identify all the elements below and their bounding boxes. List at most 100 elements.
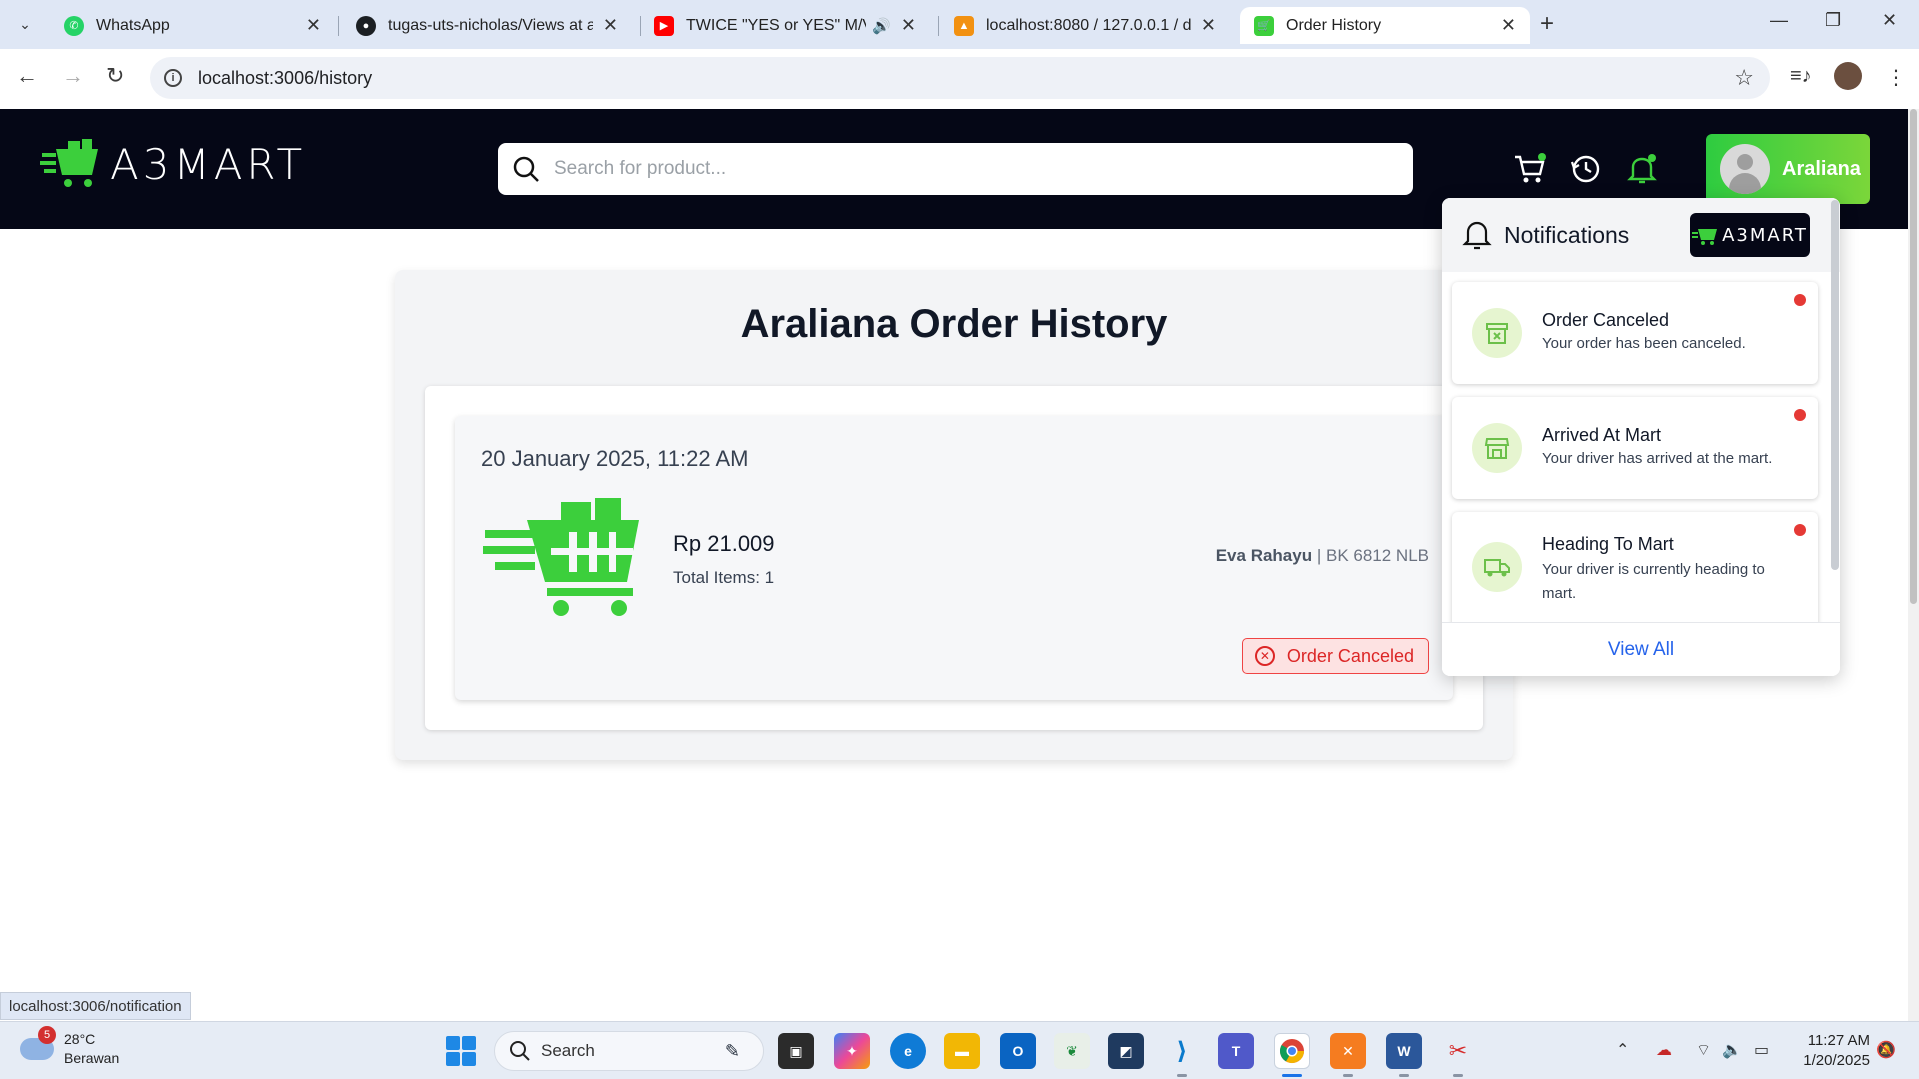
bookmark-star-icon[interactable]: ☆ (1734, 65, 1754, 91)
cancel-circle-icon: ✕ (1254, 646, 1275, 666)
close-tab-icon[interactable]: ✕ (603, 15, 618, 36)
system-clock[interactable]: 11:27 AM 1/20/2025 (1796, 1031, 1870, 1071)
tab-title: Order History (1286, 16, 1382, 34)
cloud-icon: 5 (20, 1026, 56, 1060)
site-info-icon[interactable]: i (164, 69, 182, 87)
word-icon[interactable]: W (1386, 1033, 1422, 1069)
chrome-icon[interactable] (1274, 1033, 1310, 1069)
a3mart-logo[interactable]: A3MART (40, 139, 306, 189)
tab-title: tugas-uts-nicholas/Views at ara (388, 16, 593, 34)
close-tab-icon[interactable]: ✕ (1501, 15, 1516, 36)
back-icon[interactable]: ← (16, 63, 38, 89)
driver-name: Eva Rahayu (1215, 546, 1313, 565)
clock-date: 1/20/2025 (1803, 1052, 1870, 1069)
browser-menu-icon[interactable]: ⋮ (1886, 65, 1906, 90)
show-hidden-icons-chevron[interactable]: ⌃ (1616, 1040, 1629, 1060)
search-input[interactable] (554, 158, 1374, 180)
close-tab-icon[interactable]: ✕ (901, 15, 916, 36)
notification-title: Heading To Mart (1542, 534, 1674, 554)
a3mart-logo: A3MART (1690, 213, 1810, 257)
tab-order-history[interactable]: 🛒 Order History ✕ (1240, 7, 1530, 44)
teams-icon[interactable]: T (1218, 1033, 1254, 1069)
close-tab-icon[interactable]: ✕ (306, 15, 321, 36)
user-profile-button[interactable]: Araliana (1706, 134, 1870, 204)
search-highlight-icon: ✎ (724, 1040, 740, 1061)
product-search-bar[interactable] (498, 143, 1413, 195)
file-explorer-icon[interactable]: ▬ (944, 1033, 980, 1069)
close-window-icon[interactable]: ✕ (1882, 10, 1897, 31)
orders-container: 20 January 2025, 11:22 AM Rp 21.009 Tota… (425, 386, 1483, 730)
vscode-icon[interactable]: ⟩ (1164, 1033, 1200, 1069)
order-history-button[interactable] (1568, 151, 1604, 187)
running-indicator (1399, 1074, 1409, 1077)
volume-icon[interactable]: 🔈 (1722, 1040, 1742, 1060)
weather-widget[interactable]: 5 28°C Berawan (20, 1026, 119, 1068)
audio-playing-icon[interactable]: 🔊 (872, 17, 891, 35)
notification-item[interactable]: Heading To Mart Your driver is currently… (1452, 512, 1818, 622)
edge-icon[interactable]: e (890, 1033, 926, 1069)
notification-center-icon[interactable]: 🔕 (1876, 1040, 1896, 1060)
mysql-workbench-icon[interactable]: ◩ (1108, 1033, 1144, 1069)
minimize-icon[interactable]: — (1770, 10, 1788, 31)
cart-button[interactable] (1512, 151, 1548, 187)
bell-icon (1627, 154, 1657, 184)
unread-dot (1794, 409, 1806, 421)
tab-separator (338, 16, 339, 36)
xampp-icon[interactable]: ✕ (1330, 1033, 1366, 1069)
tab-title: localhost:8080 / 127.0.0.1 / dev (986, 16, 1191, 34)
forward-icon[interactable]: → (62, 63, 84, 89)
copilot-icon[interactable]: ✦ (834, 1033, 870, 1069)
tab-github[interactable]: ● tugas-uts-nicholas/Views at ara ✕ (342, 7, 632, 44)
page-scrollbar[interactable] (1908, 109, 1919, 1021)
running-indicator (1453, 1074, 1463, 1077)
new-tab-button[interactable]: + (1540, 10, 1554, 38)
media-controls-icon[interactable]: ≡♪ (1790, 65, 1812, 88)
canceled-box-icon (1472, 308, 1522, 358)
close-tab-icon[interactable]: ✕ (1201, 15, 1216, 36)
whatsapp-icon: ✆ (64, 15, 84, 36)
history-icon (1570, 155, 1600, 183)
weather-badge: 5 (38, 1026, 56, 1044)
status-badge: ✕ Order Canceled (1241, 638, 1429, 674)
snipping-tool-icon[interactable]: ✂ (1440, 1033, 1476, 1069)
restore-icon[interactable]: ❐ (1825, 10, 1841, 31)
taskbar-search[interactable]: Search ✎ (494, 1031, 764, 1071)
shopping-cart-icon (1515, 153, 1546, 183)
status-label: Order Canceled (1286, 645, 1414, 666)
logo-text: A3MART (1722, 224, 1808, 246)
tab-search-button[interactable]: ⌄ (10, 10, 40, 40)
wifi-icon[interactable]: ⌔ (1696, 1040, 1711, 1060)
notifications-scrollbar[interactable] (1831, 200, 1839, 570)
outlook-icon[interactable]: O (1000, 1033, 1036, 1069)
onedrive-error-icon[interactable]: ☁ (1656, 1040, 1672, 1060)
view-all-link[interactable]: View All (1442, 622, 1840, 676)
scrollbar-thumb[interactable] (1910, 109, 1917, 604)
battery-icon[interactable]: ▭ (1754, 1040, 1769, 1060)
url-text[interactable]: localhost:3006/history (198, 68, 372, 89)
order-card[interactable]: 20 January 2025, 11:22 AM Rp 21.009 Tota… (455, 416, 1453, 700)
driver-info: Eva Rahayu | BK 6812 NLB (1216, 546, 1429, 566)
search-icon (510, 1041, 530, 1061)
task-view-icon[interactable]: ▣ (778, 1033, 814, 1069)
windows-start-icon[interactable] (446, 1036, 476, 1066)
tab-separator (938, 16, 939, 36)
notification-title: Arrived At Mart (1542, 425, 1662, 445)
tab-phpmyadmin[interactable]: ▲ localhost:8080 / 127.0.0.1 / dev ✕ (940, 7, 1230, 44)
notification-item[interactable]: Order Canceled Your order has been cance… (1452, 282, 1818, 384)
logo-text: A3MART (110, 139, 307, 189)
browser-profile-avatar[interactable] (1834, 62, 1862, 90)
user-name: Araliana (1782, 157, 1861, 180)
tab-whatsapp[interactable]: ✆ WhatsApp ✕ (50, 7, 335, 44)
taskbar-search-label: Search (541, 1041, 595, 1060)
youtube-icon: ▶ (654, 15, 674, 36)
tab-youtube[interactable]: ▶ TWICE "YES or YES" M/V - Y 🔊 ✕ (640, 7, 930, 44)
bell-icon (1462, 221, 1492, 250)
browser-tab-bar: ⌄ ✆ WhatsApp ✕ ● tugas-uts-nicholas/View… (0, 0, 1919, 49)
mongodb-icon[interactable]: ❦ (1054, 1033, 1090, 1069)
reload-icon[interactable]: ↻ (106, 63, 124, 89)
phpmyadmin-icon: ▲ (954, 15, 974, 36)
notification-item[interactable]: Arrived At Mart Your driver has arrived … (1452, 397, 1818, 499)
running-indicator (1343, 1074, 1353, 1077)
url-field[interactable]: i localhost:3006/history ☆ (150, 57, 1770, 99)
notifications-button[interactable] (1624, 151, 1660, 187)
